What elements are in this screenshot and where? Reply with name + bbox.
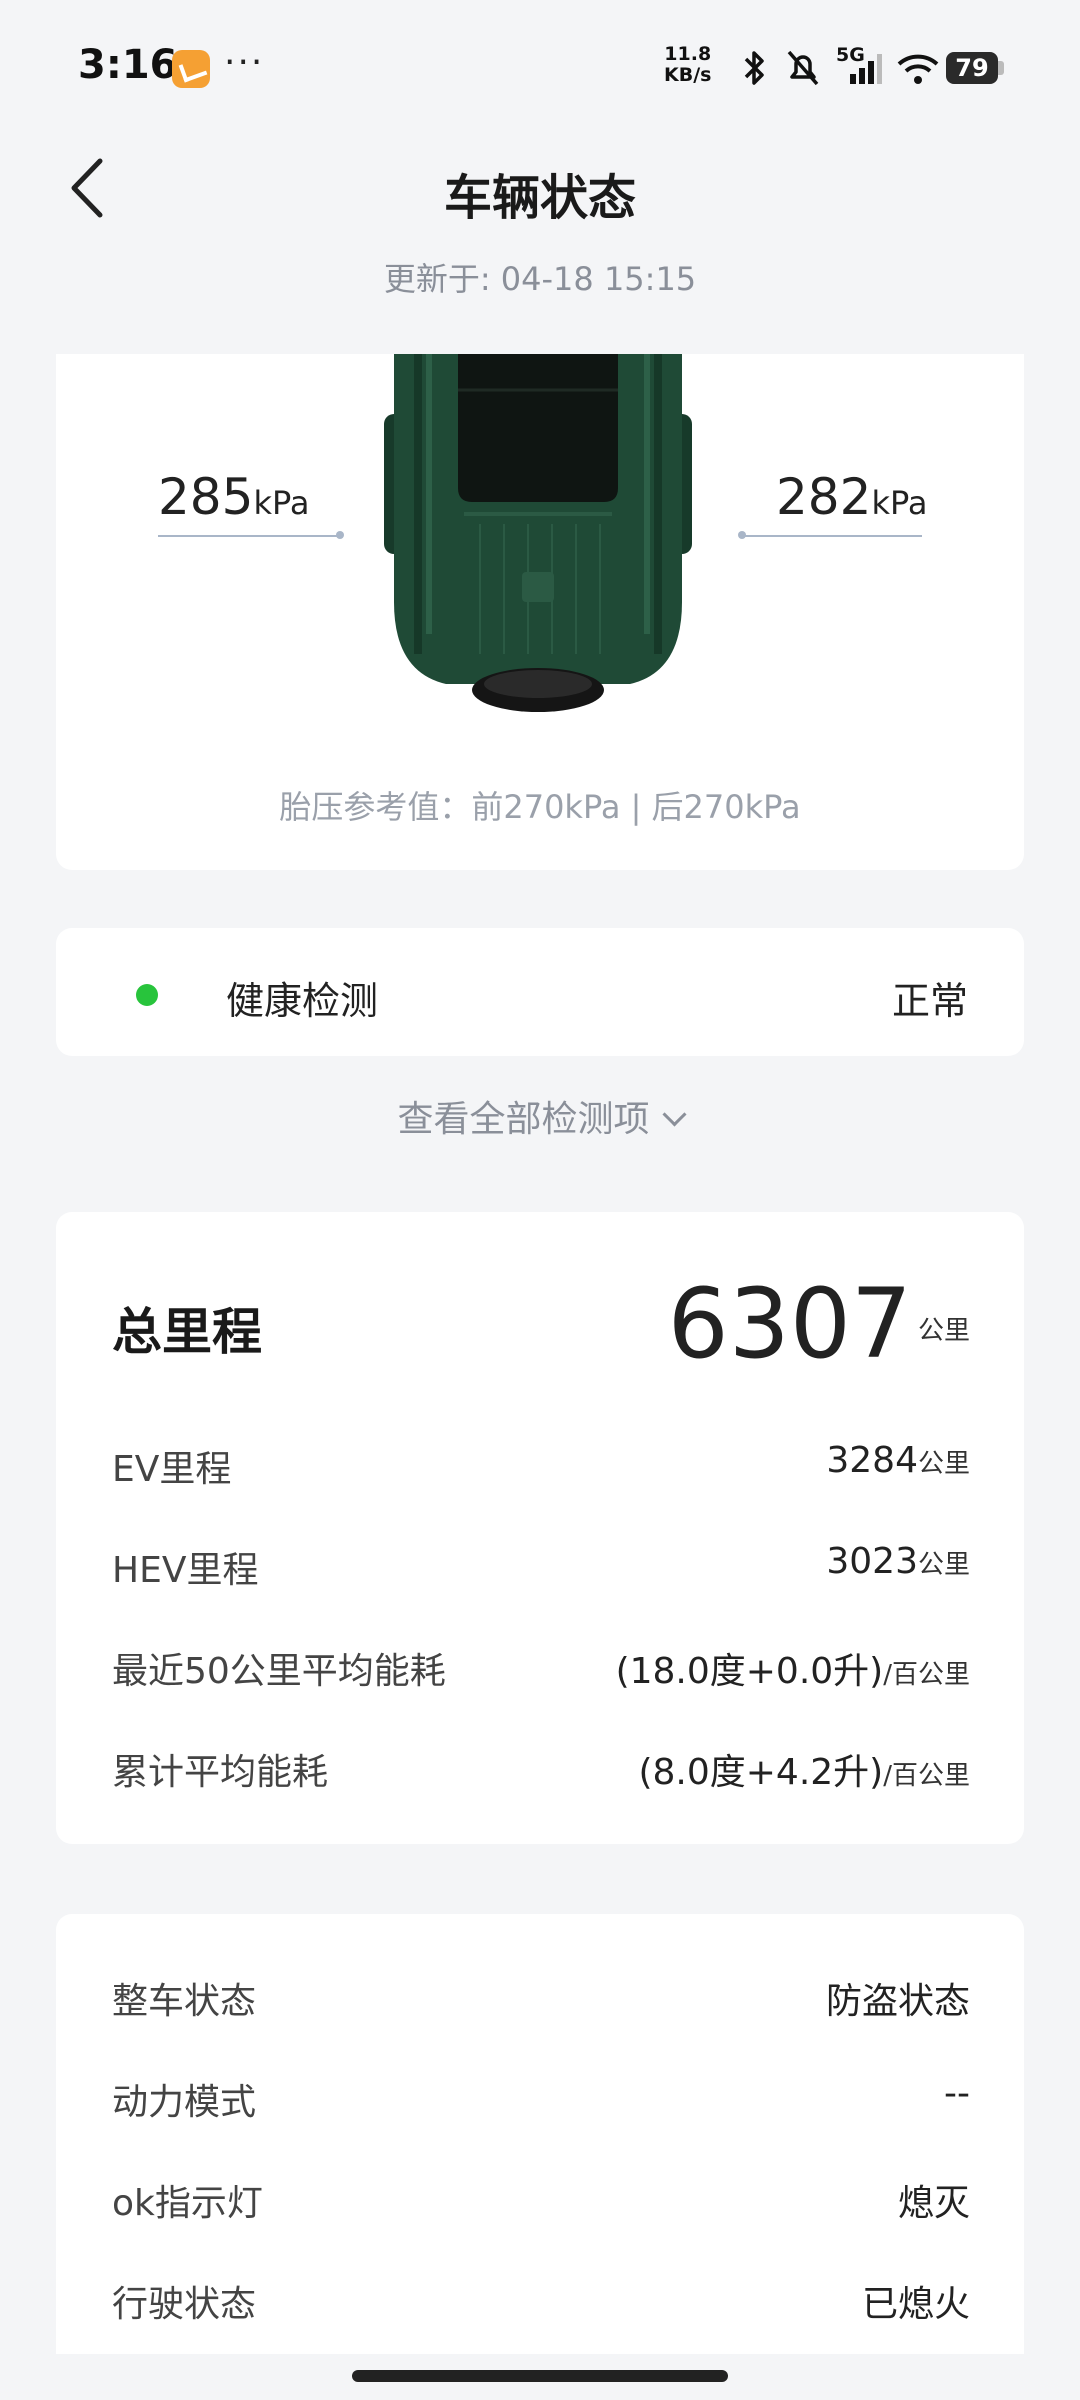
status-time: 3:16: [78, 42, 178, 88]
ev-mileage-label: EV里程: [112, 1449, 232, 1490]
ok-indicator-label: ok指示灯: [112, 2183, 263, 2224]
hev-mileage-value: 3023公里: [826, 1541, 970, 1582]
tire-pressure-reference: 胎压参考值：前270kPa | 后270kPa: [279, 788, 801, 826]
health-status-dot: [136, 984, 158, 1006]
status-icons: 5G: [740, 44, 940, 88]
pressure-leader-line: [158, 535, 338, 537]
consumption-unit: /百公里: [883, 1660, 970, 1690]
total-mileage-value: 6307 公里: [668, 1268, 970, 1380]
mileage-unit: 公里: [917, 1449, 970, 1479]
pressure-leader-dot: [738, 531, 746, 539]
front-left-pressure-value: 285: [158, 468, 254, 526]
consumption-unit: /百公里: [883, 1761, 970, 1791]
network-speed-unit: KB/s: [664, 64, 712, 86]
recent-consumption-number: (18.0度+0.0升): [615, 1651, 884, 1692]
cumulative-consumption-label: 累计平均能耗: [112, 1752, 329, 1793]
pressure-unit: kPa: [871, 484, 928, 522]
front-left-tire-pressure: 285kPa: [158, 468, 309, 526]
driving-state-value: 已熄火: [861, 2284, 970, 2325]
car-top-view-image: [384, 354, 692, 712]
pressure-unit: kPa: [253, 484, 310, 522]
cumulative-consumption-value: (8.0度+4.2升)/百公里: [638, 1743, 970, 1795]
health-check-label: 健康检测: [226, 979, 379, 1023]
signal-icon: 5G: [836, 44, 882, 88]
mute-icon: [787, 50, 819, 86]
page-title: 车辆状态: [443, 170, 636, 226]
home-indicator[interactable]: [352, 2370, 728, 2382]
more-notifications-icon: ···: [224, 42, 265, 83]
mileage-unit: 公里: [917, 1316, 970, 1346]
battery-level: 79: [955, 54, 989, 82]
last-updated-time: 更新于: 04-18 15:15: [383, 260, 697, 298]
total-mileage-number: 6307: [667, 1268, 912, 1380]
power-mode-value: --: [944, 2073, 970, 2114]
vehicle-state-value: 防盗状态: [825, 1981, 970, 2022]
hev-mileage-label: HEV里程: [112, 1550, 259, 1591]
battery-icon: 79: [946, 52, 998, 84]
cumulative-consumption-number: (8.0度+4.2升): [638, 1752, 884, 1793]
ok-indicator-value: 熄灭: [897, 2183, 970, 2224]
front-right-pressure-value: 282: [776, 468, 872, 526]
app-notification-icon: [172, 50, 210, 88]
bluetooth-icon: [744, 51, 764, 85]
ev-mileage-value: 3284公里: [826, 1440, 970, 1481]
recent-consumption-value: (18.0度+0.0升)/百公里: [616, 1642, 970, 1694]
health-check-status: 正常: [891, 979, 968, 1023]
view-all-checks-link[interactable]: 查看全部检测项: [0, 1090, 1080, 1142]
ev-mileage-number: 3284: [826, 1440, 918, 1481]
chevron-down-icon: [661, 1102, 687, 1127]
recent-consumption-label: 最近50公里平均能耗: [112, 1651, 446, 1692]
mileage-unit: 公里: [917, 1550, 970, 1580]
network-speed: 11.8 KB/s: [664, 44, 711, 86]
vehicle-state-label: 整车状态: [112, 1981, 257, 2022]
hev-mileage-number: 3023: [826, 1541, 918, 1582]
pressure-leader-line: [742, 535, 922, 537]
wifi-icon: [897, 54, 939, 84]
network-speed-value: 11.8: [664, 43, 712, 65]
view-all-checks-label: 查看全部检测项: [397, 1099, 650, 1140]
battery-cap: [998, 61, 1004, 75]
driving-state-label: 行驶状态: [112, 2284, 257, 2325]
pressure-leader-dot: [336, 531, 344, 539]
health-check-row[interactable]: [56, 928, 1024, 1056]
total-mileage-label: 总里程: [112, 1303, 262, 1361]
front-right-tire-pressure: 282kPa: [776, 468, 927, 526]
power-mode-label: 动力模式: [112, 2082, 257, 2123]
